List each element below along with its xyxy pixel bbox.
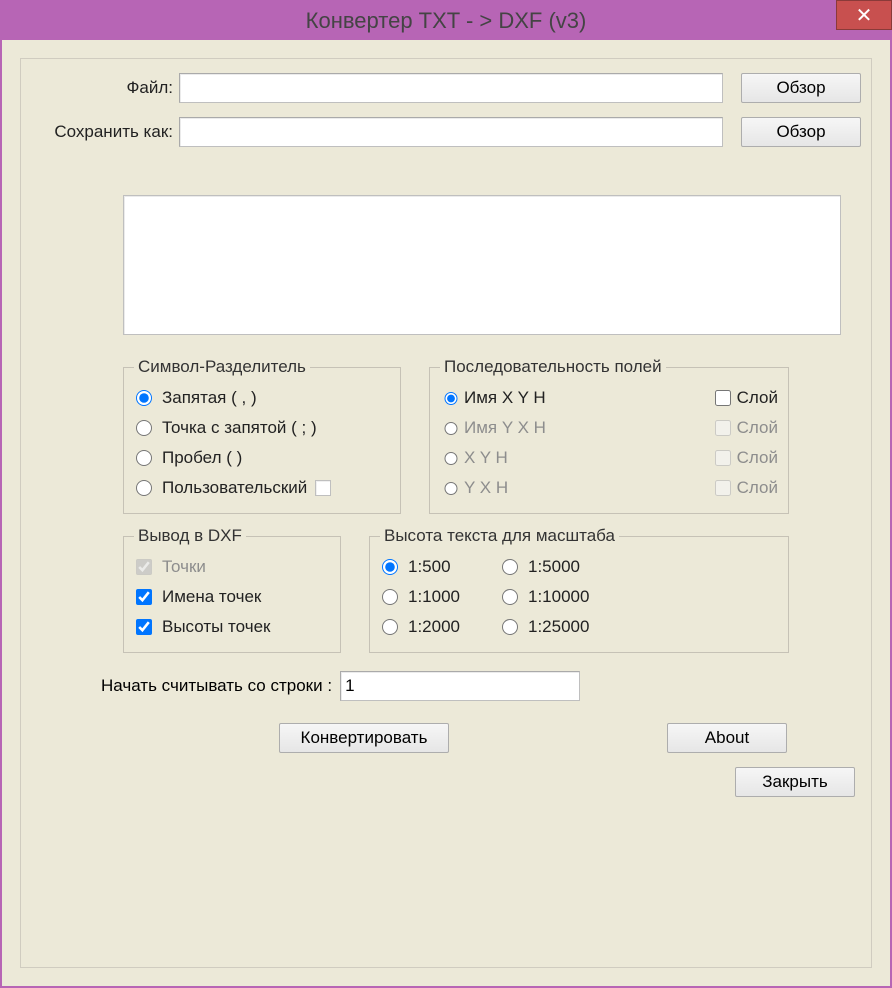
saveas-input[interactable] xyxy=(179,117,723,147)
top-groups: Символ-Разделитель Запятая ( , ) Точка с… xyxy=(123,357,841,514)
scale-5000-label: 1:5000 xyxy=(528,557,580,577)
bottom-row-2: Закрыть xyxy=(31,767,861,797)
out-heights[interactable]: Высоты точек xyxy=(134,612,330,642)
radio-delim-space[interactable] xyxy=(136,450,152,466)
group-delimiter: Символ-Разделитель Запятая ( , ) Точка с… xyxy=(123,357,401,514)
window-title: Конвертер TXT - > DXF (v3) xyxy=(2,8,890,34)
scale-col-right: 1:5000 1:10000 1:25000 xyxy=(500,552,589,642)
title-bar: Конвертер TXT - > DXF (v3) ✕ xyxy=(2,2,890,40)
out-names[interactable]: Имена точек xyxy=(134,582,330,612)
seq-opt3[interactable]: X Y H Слой xyxy=(440,443,778,473)
seq-opt2-label: Имя Y X H xyxy=(464,418,715,438)
seq-opt4[interactable]: Y X H Слой xyxy=(440,473,778,503)
group-sequence: Последовательность полей Имя X Y H Слой … xyxy=(429,357,789,514)
radio-seq-1[interactable] xyxy=(442,392,460,405)
delim-space[interactable]: Пробел ( ) xyxy=(134,443,390,473)
delim-semicolon[interactable]: Точка с запятой ( ; ) xyxy=(134,413,390,443)
layer-label-2: Слой xyxy=(737,418,778,438)
radio-delim-custom[interactable] xyxy=(136,480,152,496)
scale-10000-label: 1:10000 xyxy=(528,587,589,607)
main-panel: Файл: Обзор Сохранить как: Обзор Символ-… xyxy=(20,58,872,968)
out-points-label: Точки xyxy=(162,557,206,577)
radio-scale-5000[interactable] xyxy=(502,559,518,575)
mid-groups: Вывод в DXF Точки Имена точек Высоты точ… xyxy=(123,526,841,653)
scale-col-left: 1:500 1:1000 1:2000 xyxy=(380,552,460,642)
out-points: Точки xyxy=(134,552,330,582)
checkbox-out-points xyxy=(136,559,152,575)
radio-scale-1000[interactable] xyxy=(382,589,398,605)
browse-saveas-button[interactable]: Обзор xyxy=(741,117,861,147)
scale-columns: 1:500 1:1000 1:2000 xyxy=(380,552,778,642)
file-input[interactable] xyxy=(179,73,723,103)
scale-25000[interactable]: 1:25000 xyxy=(500,612,589,642)
seq-opt1-label: Имя X Y H xyxy=(464,388,715,408)
group-scale: Высота текста для масштаба 1:500 1:1000 xyxy=(369,526,789,653)
delim-comma-label: Запятая ( , ) xyxy=(162,388,257,408)
scale-2000-label: 1:2000 xyxy=(408,617,460,637)
group-output: Вывод в DXF Точки Имена точек Высоты точ… xyxy=(123,526,341,653)
checkbox-out-heights[interactable] xyxy=(136,619,152,635)
radio-delim-semicolon[interactable] xyxy=(136,420,152,436)
file-row: Файл: Обзор xyxy=(31,73,861,103)
log-textarea[interactable] xyxy=(123,195,841,335)
radio-scale-500[interactable] xyxy=(382,559,398,575)
group-sequence-title: Последовательность полей xyxy=(440,357,666,377)
about-button[interactable]: About xyxy=(667,723,787,753)
delim-semicolon-label: Точка с запятой ( ; ) xyxy=(162,418,317,438)
delim-space-label: Пробел ( ) xyxy=(162,448,242,468)
radio-seq-3[interactable] xyxy=(442,452,460,465)
browse-file-button[interactable]: Обзор xyxy=(741,73,861,103)
saveas-row: Сохранить как: Обзор xyxy=(31,117,861,147)
scale-2000[interactable]: 1:2000 xyxy=(380,612,460,642)
group-scale-title: Высота текста для масштаба xyxy=(380,526,619,546)
app-window: Конвертер TXT - > DXF (v3) ✕ Файл: Обзор… xyxy=(0,0,892,988)
checkbox-layer-3 xyxy=(715,450,731,466)
close-glyph: ✕ xyxy=(856,3,873,28)
out-names-label: Имена точек xyxy=(162,587,261,607)
scale-500[interactable]: 1:500 xyxy=(380,552,460,582)
close-icon[interactable]: ✕ xyxy=(836,0,892,30)
radio-scale-10000[interactable] xyxy=(502,589,518,605)
layer-label-1: Слой xyxy=(737,388,778,408)
scale-500-label: 1:500 xyxy=(408,557,451,577)
delim-comma[interactable]: Запятая ( , ) xyxy=(134,383,390,413)
checkbox-layer-1[interactable] xyxy=(715,390,731,406)
seq-opt4-label: Y X H xyxy=(464,478,715,498)
seq-opt1[interactable]: Имя X Y H Слой xyxy=(440,383,778,413)
start-line-row: Начать считывать со строки : xyxy=(101,671,841,701)
scale-25000-label: 1:25000 xyxy=(528,617,589,637)
start-line-input[interactable] xyxy=(340,671,580,701)
radio-seq-2[interactable] xyxy=(442,422,460,435)
file-label: Файл: xyxy=(31,78,179,98)
scale-1000[interactable]: 1:1000 xyxy=(380,582,460,612)
out-heights-label: Высоты точек xyxy=(162,617,270,637)
seq-opt2[interactable]: Имя Y X H Слой xyxy=(440,413,778,443)
radio-scale-25000[interactable] xyxy=(502,619,518,635)
radio-seq-4[interactable] xyxy=(442,482,460,495)
group-output-title: Вывод в DXF xyxy=(134,526,246,546)
radio-delim-comma[interactable] xyxy=(136,390,152,406)
scale-1000-label: 1:1000 xyxy=(408,587,460,607)
delim-custom-label: Пользовательский xyxy=(162,478,307,498)
bottom-row: Конвертировать About xyxy=(261,723,861,753)
layer-label-4: Слой xyxy=(737,478,778,498)
saveas-label: Сохранить как: xyxy=(31,122,179,142)
delim-custom[interactable]: Пользовательский xyxy=(134,473,390,503)
radio-scale-2000[interactable] xyxy=(382,619,398,635)
delim-custom-input[interactable] xyxy=(315,480,331,496)
scale-5000[interactable]: 1:5000 xyxy=(500,552,589,582)
client-area: Файл: Обзор Сохранить как: Обзор Символ-… xyxy=(2,40,890,986)
checkbox-out-names[interactable] xyxy=(136,589,152,605)
layer-label-3: Слой xyxy=(737,448,778,468)
start-line-label: Начать считывать со строки : xyxy=(101,676,332,696)
close-button[interactable]: Закрыть xyxy=(735,767,855,797)
seq-opt3-label: X Y H xyxy=(464,448,715,468)
checkbox-layer-2 xyxy=(715,420,731,436)
group-delimiter-title: Символ-Разделитель xyxy=(134,357,310,377)
convert-button[interactable]: Конвертировать xyxy=(279,723,449,753)
checkbox-layer-4 xyxy=(715,480,731,496)
scale-10000[interactable]: 1:10000 xyxy=(500,582,589,612)
